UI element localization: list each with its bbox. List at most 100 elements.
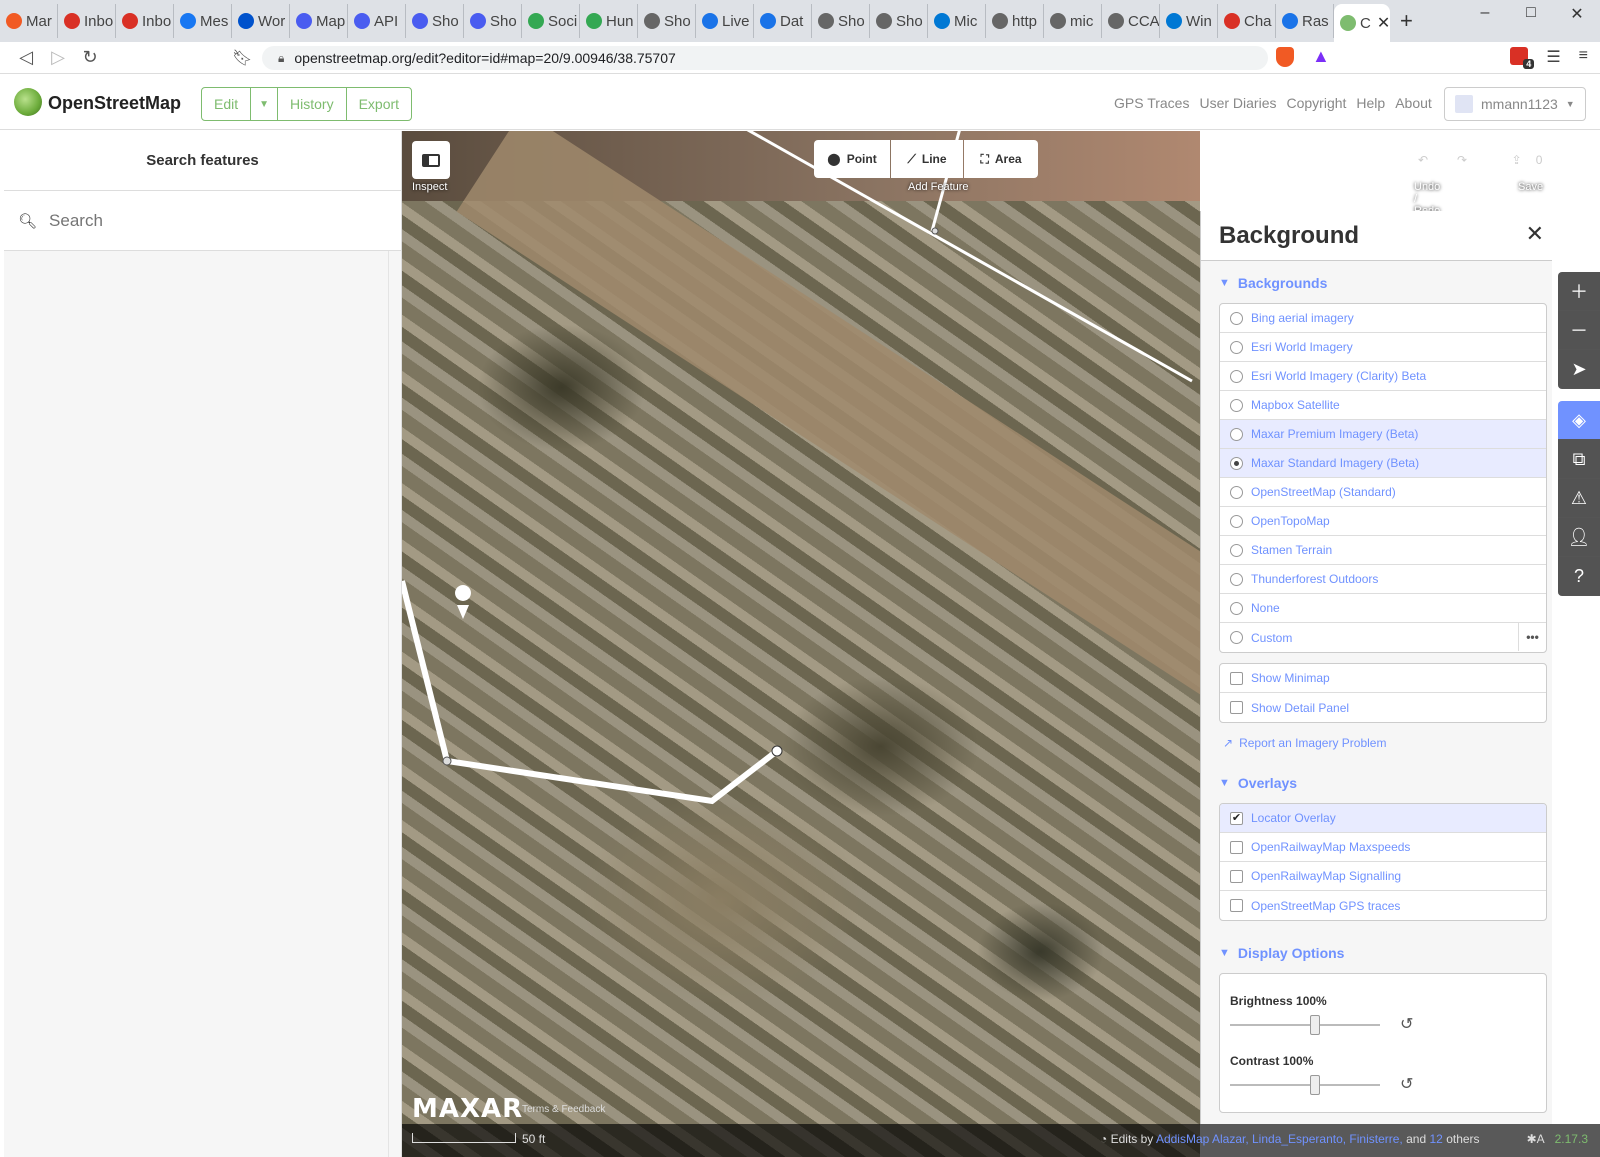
zoom-in-button[interactable]: ＋ bbox=[1558, 272, 1600, 311]
back-icon[interactable]: ◁ bbox=[10, 47, 42, 68]
site-name[interactable]: OpenStreetMap bbox=[48, 93, 181, 114]
background-option[interactable]: Maxar Standard Imagery (Beta) bbox=[1220, 449, 1546, 478]
browser-tab[interactable]: Sho bbox=[638, 4, 696, 38]
slider-thumb[interactable] bbox=[1310, 1015, 1320, 1035]
map-vertex[interactable] bbox=[931, 227, 939, 235]
background-radio[interactable] bbox=[1230, 398, 1243, 412]
add-area-button[interactable]: ⛶ Area bbox=[964, 140, 1038, 178]
background-radio[interactable] bbox=[1230, 340, 1243, 354]
background-option[interactable]: Esri World Imagery bbox=[1220, 333, 1546, 362]
close-icon[interactable]: ✕ bbox=[1526, 221, 1544, 247]
help-pane-button[interactable]: ? bbox=[1558, 557, 1600, 596]
undo-button[interactable]: ↶ bbox=[1404, 141, 1442, 179]
map-canvas[interactable] bbox=[402, 131, 1200, 1157]
edits-others-count[interactable]: 12 bbox=[1429, 1132, 1442, 1146]
scale-bar[interactable] bbox=[412, 1133, 516, 1143]
browser-tab[interactable]: Ras bbox=[1276, 4, 1334, 38]
history-button[interactable]: History bbox=[278, 88, 347, 120]
custom-more-button[interactable]: ••• bbox=[1518, 623, 1546, 651]
map-data-pane-button[interactable]: ⧉ bbox=[1558, 440, 1600, 479]
search-input[interactable] bbox=[49, 210, 350, 231]
background-radio[interactable] bbox=[1230, 456, 1243, 470]
overlay-checkbox[interactable] bbox=[1230, 899, 1243, 912]
minimize-icon[interactable]: – bbox=[1462, 4, 1508, 24]
add-line-button[interactable]: ⟋ Line bbox=[891, 140, 963, 178]
map-pin-icon[interactable] bbox=[455, 585, 472, 619]
edit-button[interactable]: Edit bbox=[202, 88, 252, 120]
detail-panel-checkbox[interactable] bbox=[1230, 701, 1243, 714]
overlay-option[interactable]: OpenStreetMap GPS traces bbox=[1220, 891, 1546, 920]
close-tab-icon[interactable]: ✕ bbox=[1377, 13, 1390, 33]
background-option[interactable]: Mapbox Satellite bbox=[1220, 391, 1546, 420]
sidebar-resizer[interactable] bbox=[388, 251, 389, 1157]
geolocate-button[interactable]: ➤ bbox=[1558, 350, 1600, 389]
menu-icon[interactable]: ≡ bbox=[1579, 47, 1588, 67]
background-radio[interactable] bbox=[1230, 601, 1243, 615]
browser-tab[interactable]: Live bbox=[696, 4, 754, 38]
brave-shields-icon[interactable] bbox=[1276, 47, 1294, 67]
overlays-section-toggle[interactable]: ▼ Overlays bbox=[1201, 763, 1552, 803]
background-option[interactable]: Stamen Terrain bbox=[1220, 536, 1546, 565]
browser-tab[interactable]: Dat bbox=[754, 4, 812, 38]
osm-logo-icon[interactable] bbox=[14, 88, 42, 116]
map-way[interactable] bbox=[402, 580, 779, 805]
report-imagery-link[interactable]: ↗ Report an Imagery Problem bbox=[1201, 723, 1552, 763]
background-option[interactable]: OpenStreetMap (Standard) bbox=[1220, 478, 1546, 507]
browser-tab[interactable]: http bbox=[986, 4, 1044, 38]
copyright-link[interactable]: Copyright bbox=[1286, 95, 1346, 111]
browser-tab[interactable]: API bbox=[348, 4, 406, 38]
browser-tab[interactable]: Sho bbox=[464, 4, 522, 38]
version-label[interactable]: ✱A 2.17.3 bbox=[1527, 1132, 1588, 1146]
background-radio[interactable] bbox=[1230, 485, 1243, 499]
overlay-checkbox[interactable] bbox=[1230, 840, 1243, 854]
slider-thumb[interactable] bbox=[1310, 1075, 1320, 1095]
overlay-option[interactable]: OpenRailwayMap Maxspeeds bbox=[1220, 833, 1546, 862]
browser-tab[interactable]: Map bbox=[290, 4, 348, 38]
background-option[interactable]: Custom ••• bbox=[1220, 623, 1546, 652]
browser-tab[interactable]: Cha bbox=[1218, 4, 1276, 38]
backgrounds-section-toggle[interactable]: ▼ Backgrounds bbox=[1201, 263, 1552, 303]
browser-tab[interactable]: Inbo bbox=[58, 4, 116, 38]
display-options-section-toggle[interactable]: ▼ Display Options bbox=[1201, 933, 1552, 973]
edits-users-link[interactable]: AddisMap Alazar, Linda_Esperanto, Finist… bbox=[1156, 1132, 1403, 1146]
overlay-option[interactable]: OpenRailwayMap Signalling bbox=[1220, 862, 1546, 891]
reading-list-icon[interactable]: ☰ bbox=[1546, 47, 1560, 67]
bookmark-icon[interactable]: 🔖︎ bbox=[232, 48, 252, 68]
contrast-slider[interactable]: ↺ bbox=[1230, 1074, 1413, 1096]
inspect-button[interactable] bbox=[412, 141, 450, 179]
browser-tab[interactable]: Win bbox=[1160, 4, 1218, 38]
gps-traces-link[interactable]: GPS Traces bbox=[1114, 95, 1189, 111]
reset-brightness-icon[interactable]: ↺ bbox=[1400, 1014, 1413, 1034]
map-vertex[interactable] bbox=[771, 745, 783, 757]
background-option[interactable]: Maxar Premium Imagery (Beta) bbox=[1220, 420, 1546, 449]
map-vertex[interactable] bbox=[442, 756, 452, 766]
overlay-checkbox[interactable] bbox=[1230, 869, 1243, 883]
help-link[interactable]: Help bbox=[1356, 95, 1385, 111]
forward-icon[interactable]: ▷ bbox=[42, 47, 74, 68]
show-detail-panel-option[interactable]: Show Detail Panel bbox=[1220, 693, 1546, 722]
save-button[interactable]: ⇪ 0 bbox=[1492, 141, 1562, 179]
calendar-extension-icon[interactable]: 4 bbox=[1510, 47, 1535, 69]
overlay-option[interactable]: ✔ Locator Overlay bbox=[1220, 804, 1546, 833]
issues-pane-button[interactable]: ⚠ bbox=[1558, 479, 1600, 518]
browser-tab-active[interactable]: C ✕ bbox=[1334, 4, 1390, 42]
browser-tab[interactable]: Mic bbox=[928, 4, 986, 38]
browser-tab[interactable]: Mar bbox=[0, 4, 58, 38]
background-radio[interactable] bbox=[1230, 369, 1243, 383]
background-radio[interactable] bbox=[1230, 514, 1243, 528]
background-radio[interactable] bbox=[1230, 572, 1243, 586]
background-option[interactable]: Thunderforest Outdoors bbox=[1220, 565, 1546, 594]
background-radio[interactable] bbox=[1230, 427, 1243, 441]
maximize-icon[interactable]: □ bbox=[1508, 4, 1554, 24]
brightness-slider[interactable]: ↺ bbox=[1230, 1014, 1413, 1036]
reload-icon[interactable]: ↻ bbox=[74, 47, 106, 68]
background-radio[interactable] bbox=[1230, 631, 1243, 644]
browser-tab[interactable]: CCA bbox=[1102, 4, 1160, 38]
browser-tab[interactable]: Hun bbox=[580, 4, 638, 38]
reset-contrast-icon[interactable]: ↺ bbox=[1400, 1074, 1413, 1094]
background-option[interactable]: Bing aerial imagery bbox=[1220, 304, 1546, 333]
minimap-checkbox[interactable] bbox=[1230, 671, 1243, 685]
url-field[interactable]: 🔒︎ openstreetmap.org/edit?editor=id#map=… bbox=[262, 46, 1268, 70]
user-diaries-link[interactable]: User Diaries bbox=[1199, 95, 1276, 111]
redo-button[interactable]: ↷ bbox=[1443, 141, 1481, 179]
